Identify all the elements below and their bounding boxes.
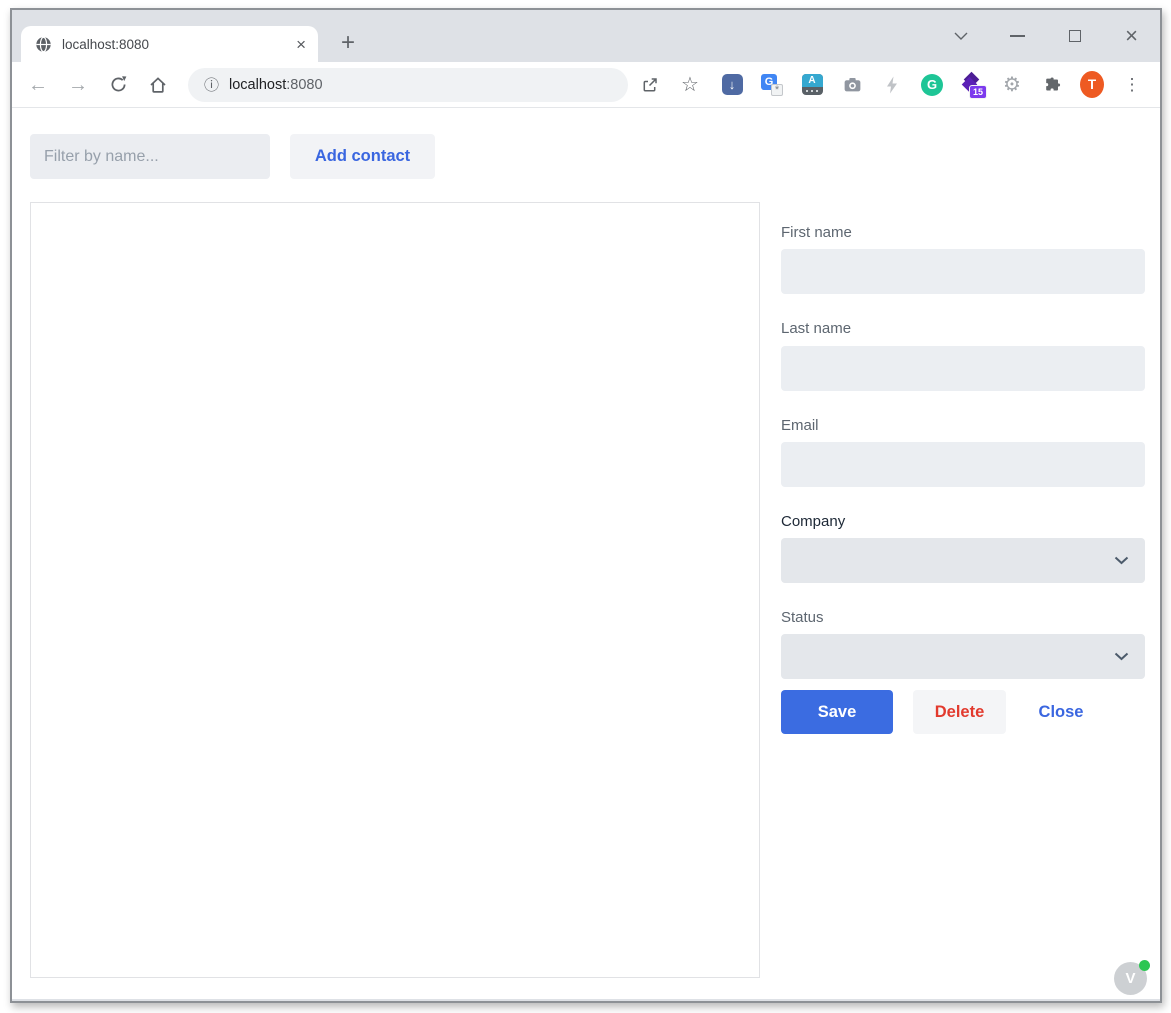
extension-grammarly-button[interactable]: G xyxy=(920,73,944,97)
back-icon: ← xyxy=(28,75,48,95)
camera-icon xyxy=(842,74,863,95)
chevron-down-icon xyxy=(954,32,968,40)
bookmark-button[interactable]: ☆ xyxy=(676,71,704,99)
chevron-down-icon xyxy=(1114,556,1129,565)
window-close-button[interactable]: × xyxy=(1103,10,1160,62)
extension-screenshot-button[interactable] xyxy=(840,73,864,97)
minimize-icon xyxy=(1010,35,1025,37)
extensions-menu-button[interactable] xyxy=(1040,73,1064,97)
chevron-down-icon xyxy=(1114,652,1129,661)
globe-favicon-icon xyxy=(35,36,52,53)
tab-close-icon[interactable]: × xyxy=(296,36,306,53)
translate-icon-overlay: * xyxy=(771,84,783,96)
add-contact-button[interactable]: Add contact xyxy=(290,134,435,179)
three-dots-icon: ⋮ xyxy=(1124,75,1141,95)
devtools-status-dot xyxy=(1139,960,1150,971)
reload-icon xyxy=(109,75,128,94)
page-content: Add contact First name Last name Email C… xyxy=(12,108,1160,999)
layers-extension-icon: 15 xyxy=(960,73,984,97)
reload-button[interactable] xyxy=(104,71,132,99)
profile-button[interactable]: T xyxy=(1080,73,1104,97)
browser-window: localhost:8080 × + × ← → xyxy=(10,8,1162,1003)
first-name-label: First name xyxy=(781,224,852,241)
tab-search-button[interactable] xyxy=(932,10,989,62)
puzzle-piece-icon xyxy=(1042,75,1062,95)
tab-title: localhost:8080 xyxy=(62,37,296,52)
first-name-field[interactable] xyxy=(781,249,1145,294)
browser-menu-button[interactable]: ⋮ xyxy=(1120,73,1144,97)
email-label: Email xyxy=(781,417,819,434)
new-tab-button[interactable]: + xyxy=(333,28,363,58)
extension-input-tools-button[interactable]: A xyxy=(800,73,824,97)
filter-by-name-input[interactable] xyxy=(30,134,270,179)
extension-purple-button[interactable]: 15 xyxy=(960,73,984,97)
back-button[interactable]: ← xyxy=(24,71,52,99)
forward-icon: → xyxy=(68,75,88,95)
save-button[interactable]: Save xyxy=(781,690,893,734)
last-name-label: Last name xyxy=(781,320,851,337)
status-select[interactable] xyxy=(781,634,1145,679)
company-label: Company xyxy=(781,513,845,530)
home-button[interactable] xyxy=(144,71,172,99)
bookmark-star-icon: ☆ xyxy=(681,72,699,97)
forward-button[interactable]: → xyxy=(64,71,92,99)
browser-toolbar: ← → ⓘ localhost:8080 ☆ xyxy=(12,62,1160,108)
share-icon xyxy=(640,75,660,95)
extension-settings-button[interactable]: ⚙ xyxy=(1000,73,1024,97)
extension-badge: 15 xyxy=(969,85,987,99)
maximize-icon xyxy=(1069,30,1081,42)
avatar: T xyxy=(1080,71,1104,98)
minimize-button[interactable] xyxy=(989,10,1046,62)
extension-translate-button[interactable]: G * xyxy=(760,73,784,97)
status-label: Status xyxy=(781,609,824,626)
delete-button[interactable]: Delete xyxy=(913,690,1006,734)
company-select[interactable] xyxy=(781,538,1145,583)
maximize-button[interactable] xyxy=(1046,10,1103,62)
url-port: :8080 xyxy=(286,77,322,93)
email-field[interactable] xyxy=(781,442,1145,487)
form-buttons: Save Delete Close xyxy=(781,690,1096,734)
browser-tab[interactable]: localhost:8080 × xyxy=(21,26,318,62)
share-button[interactable] xyxy=(636,71,664,99)
home-icon xyxy=(148,75,168,95)
download-extension-icon: ↓ xyxy=(722,74,743,95)
address-bar[interactable]: ⓘ localhost:8080 xyxy=(188,68,628,102)
close-button[interactable]: Close xyxy=(1026,690,1096,734)
url-host: localhost xyxy=(229,77,286,93)
extension-lightning-button[interactable] xyxy=(880,73,904,97)
lightning-bolt-icon xyxy=(882,75,902,95)
url-text[interactable]: localhost:8080 xyxy=(229,77,323,93)
gear-icon: ⚙ xyxy=(1003,75,1021,95)
keyboard-icon: A xyxy=(802,74,823,95)
contacts-grid[interactable] xyxy=(30,202,760,978)
extension-download-button[interactable]: ↓ xyxy=(720,73,744,97)
site-info-icon[interactable]: ⓘ xyxy=(204,74,219,95)
grammarly-icon: G xyxy=(921,74,943,96)
tab-strip: localhost:8080 × + × xyxy=(12,10,1160,62)
window-controls: × xyxy=(932,10,1160,62)
last-name-field[interactable] xyxy=(781,346,1145,391)
